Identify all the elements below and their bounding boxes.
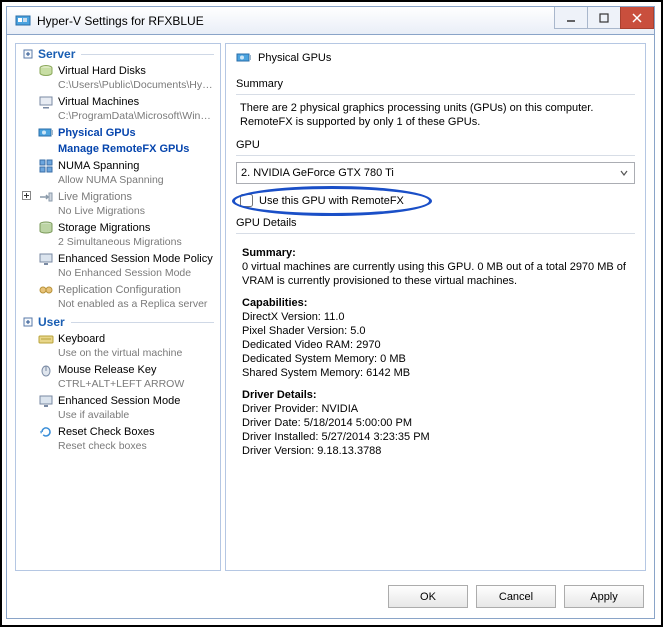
driver-installed: Driver Installed: 5/27/2014 3:23:35 PM xyxy=(242,431,430,443)
nav-category-user[interactable]: User xyxy=(16,312,220,330)
cap-vram: Dedicated Video RAM: 2970 xyxy=(242,339,381,351)
driver-date: Driver Date: 5/18/2014 5:00:00 PM xyxy=(242,417,412,429)
gpu-dropdown[interactable]: 2. NVIDIA GeForce GTX 780 Ti xyxy=(236,162,635,184)
storage-icon xyxy=(38,220,54,236)
gpu-label: GPU xyxy=(236,139,635,151)
nav-item-numa[interactable]: NUMA Spanning Allow NUMA Spanning xyxy=(16,157,220,188)
vm-icon xyxy=(38,94,54,110)
gpu-selected-value: 2. NVIDIA GeForce GTX 780 Ti xyxy=(241,167,394,179)
driver-heading: Driver Details: xyxy=(242,389,317,401)
collapse-icon xyxy=(22,316,34,328)
nav-category-label: User xyxy=(38,315,65,329)
nav-panel: Server Virtual Hard Disks C:\Users\Publi… xyxy=(15,43,221,571)
app-icon xyxy=(15,13,31,29)
maximize-button[interactable] xyxy=(587,7,621,29)
gpu-details-label: GPU Details xyxy=(236,217,635,229)
nav-item-vm[interactable]: Virtual Machines C:\ProgramData\Microsof… xyxy=(16,93,220,124)
nav-item-esm-policy[interactable]: Enhanced Session Mode Policy No Enhanced… xyxy=(16,250,220,281)
nav-item-enhanced-session[interactable]: Enhanced Session Mode Use if available xyxy=(16,392,220,423)
reset-icon xyxy=(38,424,54,440)
nav-category-label: Server xyxy=(38,47,75,61)
apply-button[interactable]: Apply xyxy=(564,585,644,608)
use-gpu-checkbox-row[interactable]: Use this GPU with RemoteFX xyxy=(240,194,404,207)
numa-icon xyxy=(38,158,54,174)
cap-directx: DirectX Version: 11.0 xyxy=(242,311,345,323)
window-title: Hyper-V Settings for RFXBLUE xyxy=(37,14,555,28)
nav-item-manage-remotefx[interactable]: Manage RemoteFX GPUs xyxy=(16,142,220,157)
driver-version: Driver Version: 9.18.13.3788 xyxy=(242,445,381,457)
cancel-button[interactable]: Cancel xyxy=(476,585,556,608)
disk-icon xyxy=(38,63,54,79)
minimize-button[interactable] xyxy=(554,7,588,29)
summary-text: There are 2 physical graphics processing… xyxy=(236,101,635,135)
migration-icon xyxy=(38,189,54,205)
nav-item-reset-checkboxes[interactable]: Reset Check Boxes Reset check boxes xyxy=(16,423,220,454)
keyboard-icon xyxy=(38,331,54,347)
nav-item-keyboard[interactable]: Keyboard Use on the virtual machine xyxy=(16,330,220,361)
gpu-details: Summary: 0 virtual machines are currentl… xyxy=(236,240,635,468)
nav-item-storage-migrations[interactable]: Storage Migrations 2 Simultaneous Migrat… xyxy=(16,219,220,250)
detail-summary-heading: Summary: xyxy=(242,247,296,259)
monitor-icon xyxy=(38,393,54,409)
cap-pixel-shader: Pixel Shader Version: 5.0 xyxy=(242,325,366,337)
titlebar: Hyper-V Settings for RFXBLUE xyxy=(7,7,654,35)
replication-icon xyxy=(38,282,54,298)
dialog-window: Hyper-V Settings for RFXBLUE Server Virt… xyxy=(6,6,655,619)
collapse-icon xyxy=(22,48,34,60)
gpu-icon xyxy=(236,50,252,66)
dialog-buttons: OK Cancel Apply xyxy=(7,579,654,618)
close-button[interactable] xyxy=(620,7,654,29)
nav-item-vhd[interactable]: Virtual Hard Disks C:\Users\Public\Docum… xyxy=(16,62,220,93)
use-gpu-checkbox[interactable] xyxy=(240,194,253,207)
driver-provider: Driver Provider: NVIDIA xyxy=(242,403,358,415)
nav-category-server[interactable]: Server xyxy=(16,44,220,62)
mouse-icon xyxy=(38,362,54,378)
content-panel: Physical GPUs Summary There are 2 physic… xyxy=(225,43,646,571)
content-header: Physical GPUs xyxy=(236,50,635,66)
use-gpu-label: Use this GPU with RemoteFX xyxy=(259,195,404,207)
gpu-icon xyxy=(38,125,54,141)
nav-item-replication[interactable]: Replication Configuration Not enabled as… xyxy=(16,281,220,312)
nav-item-physical-gpus[interactable]: Physical GPUs xyxy=(16,124,220,142)
capabilities-heading: Capabilities: xyxy=(242,297,307,309)
cap-shared-sysmem: Shared System Memory: 6142 MB xyxy=(242,367,410,379)
chevron-down-icon xyxy=(616,165,632,181)
nav-item-live-migrations[interactable]: Live Migrations No Live Migrations xyxy=(16,188,220,219)
detail-summary-text: 0 virtual machines are currently using t… xyxy=(242,261,626,287)
ok-button[interactable]: OK xyxy=(388,585,468,608)
expand-icon[interactable] xyxy=(20,189,32,201)
monitor-icon xyxy=(38,251,54,267)
summary-label: Summary xyxy=(236,78,635,90)
cap-dedicated-sysmem: Dedicated System Memory: 0 MB xyxy=(242,353,406,365)
nav-item-mouse-release[interactable]: Mouse Release Key CTRL+ALT+LEFT ARROW xyxy=(16,361,220,392)
